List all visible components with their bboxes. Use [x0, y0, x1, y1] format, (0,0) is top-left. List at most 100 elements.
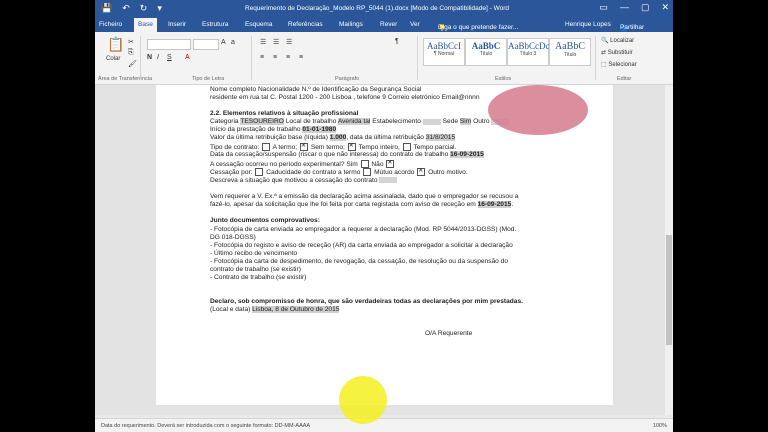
divider: [251, 36, 252, 80]
tab-view[interactable]: Ver: [410, 21, 420, 28]
checkbox-full-time[interactable]: [347, 142, 356, 151]
style-title[interactable]: AaBbC Título: [465, 38, 507, 66]
close-icon[interactable]: ✕: [661, 2, 669, 13]
paste-icon[interactable]: 📋: [107, 36, 124, 53]
style-heading-3[interactable]: AaBbCcDc Título 3: [507, 38, 550, 66]
tab-review[interactable]: Rever: [380, 21, 397, 28]
show-marks-icon[interactable]: ¶: [395, 38, 399, 45]
numbering-icon[interactable]: ☰: [273, 38, 279, 46]
font-size-box[interactable]: [193, 39, 219, 50]
checkbox-trial-no[interactable]: [386, 159, 395, 168]
group-paragraph-label: Parágrafo: [335, 76, 360, 82]
group-clipboard-label: Área de Transferência: [98, 76, 153, 82]
checkbox-trial-yes[interactable]: [360, 159, 369, 168]
doc-line-describe: Descreva a situação que motivou a cessaç…: [210, 177, 570, 185]
divider: [417, 36, 418, 80]
window-title: Requerimento de Declaração_Modelo RP_504…: [245, 5, 509, 12]
copy-icon[interactable]: ⎘: [128, 49, 134, 57]
field-start-date[interactable]: 01-01-1980: [302, 126, 337, 134]
find-button[interactable]: 🔍 Localizar: [601, 37, 634, 44]
justify-icon[interactable]: ≡: [299, 54, 303, 61]
select-button[interactable]: ⬚ Selecionar: [601, 61, 637, 68]
doc-line-trial: A cessação ocorreu no período experiment…: [210, 159, 570, 169]
font-name-box[interactable]: [147, 39, 191, 50]
underline-icon[interactable]: S: [167, 54, 172, 61]
checkbox-mutual[interactable]: [363, 168, 372, 177]
field-description[interactable]: [379, 177, 398, 184]
doc-line-cessation-reason: Cessação por: Caducidade do contrato a t…: [210, 167, 570, 177]
field-last-pay-date[interactable]: 31/8/2015: [425, 134, 456, 142]
attachment-line: - Fotocópia do registo e aviso de receçã…: [210, 241, 513, 249]
checkbox-other-reason[interactable]: [417, 167, 426, 177]
style-title-2[interactable]: AaBbC Título: [549, 38, 591, 66]
italic-icon[interactable]: I: [157, 54, 159, 61]
tab-home[interactable]: Base: [134, 18, 157, 32]
align-right-icon[interactable]: ≡: [286, 54, 290, 61]
tab-layout[interactable]: Esquema: [245, 21, 272, 28]
paste-label[interactable]: Colar: [106, 56, 120, 62]
divider: [140, 36, 141, 80]
redo-icon[interactable]: ↻: [140, 3, 148, 14]
group-styles-label: Estilos: [495, 76, 512, 82]
align-left-icon[interactable]: ≡: [260, 54, 264, 61]
undo-icon[interactable]: ↶: [122, 3, 130, 14]
minimize-icon[interactable]: —: [620, 2, 629, 13]
attachment-line: - Último recibo de vencimento: [210, 249, 298, 257]
multilevel-icon[interactable]: ☰: [286, 38, 292, 46]
style-normal[interactable]: AaBbCcI ¶ Normal: [423, 38, 465, 66]
checkbox-no-term[interactable]: [299, 142, 308, 151]
cut-icon[interactable]: ✂: [128, 38, 134, 46]
signature-label: O/A Requerente: [425, 330, 473, 338]
field-category[interactable]: TESOUREIRO: [240, 118, 284, 126]
shrink-font-icon[interactable]: a: [231, 39, 235, 46]
checkbox-expiry[interactable]: [255, 168, 264, 177]
status-bar: Data do requerimento. Deverá ser introdu…: [95, 418, 673, 432]
attachments-title: Junto documentos comprovativos:: [210, 217, 320, 225]
divider: [595, 36, 596, 80]
user-name[interactable]: Henrique Lopes: [565, 21, 611, 28]
tab-insert[interactable]: Inserir: [168, 21, 186, 28]
attachment-line: contrato de trabalho (se existir): [210, 266, 301, 274]
customize-icon[interactable]: ▾: [157, 3, 162, 14]
field-request-date[interactable]: 16-09-2015: [477, 201, 512, 209]
checkbox-fixed-term[interactable]: [262, 142, 271, 151]
doc-line-place-date: (Local e data) Lisboa, 8 de Outubro de 2…: [210, 306, 340, 314]
document-area: Nome completo Nacionalidade N.º de Ident…: [95, 85, 673, 415]
doc-line-salary: Valor da última retribuição base (líquid…: [210, 134, 456, 142]
save-icon[interactable]: 💾: [101, 3, 112, 14]
bullets-icon[interactable]: ☰: [260, 38, 266, 46]
cursor-highlight: [339, 376, 387, 424]
doc-line-contract-type: Tipo de contrato: A termo; Sem termo; Te…: [210, 142, 570, 152]
vertical-scrollbar[interactable]: [665, 85, 673, 415]
field-establishment[interactable]: [422, 118, 441, 125]
search-icon: 🔍: [601, 38, 611, 44]
field-salary[interactable]: 1.000: [329, 134, 347, 142]
group-edit-label: Editar: [617, 76, 632, 82]
field-place-date[interactable]: Lisboa, 8 de Outubro de 2015: [252, 306, 340, 314]
tab-file[interactable]: Ficheiro: [99, 21, 122, 28]
word-window: 💾 ↶ ↻ ▾ Requerimento de Declaração_Model…: [95, 0, 673, 432]
tab-references[interactable]: Referências: [288, 21, 323, 28]
replace-button[interactable]: ⇄ Substituir: [601, 49, 633, 56]
bold-icon[interactable]: N: [147, 54, 152, 61]
window-controls: ▭ — ▢ ✕: [599, 2, 669, 13]
ribbon: 📋 Colar ✂ ⎘ 🖌 Área de Transferência A a …: [95, 32, 673, 85]
attachment-line: DG 018-DGSS): [210, 233, 256, 241]
checkbox-part-time[interactable]: [402, 142, 411, 151]
zoom-level[interactable]: 100%: [653, 423, 667, 429]
attachment-line: - Contrato de trabalho (se existir): [210, 274, 307, 282]
align-center-icon[interactable]: ≡: [273, 54, 277, 61]
field-sede[interactable]: Sim: [459, 118, 472, 126]
tab-mailings[interactable]: Mailings: [339, 21, 363, 28]
field-workplace[interactable]: Avenida tal: [337, 118, 371, 126]
font-color-icon[interactable]: A: [185, 54, 190, 61]
highlight-annotation: [488, 85, 588, 135]
field-cessation-date[interactable]: 16-09-2015: [450, 151, 484, 159]
format-painter-icon[interactable]: 🖌: [128, 60, 137, 68]
grow-font-icon[interactable]: A: [221, 39, 226, 46]
maximize-icon[interactable]: ▢: [641, 2, 650, 13]
ribbon-options-icon[interactable]: ▭: [599, 2, 608, 13]
scrollbar-thumb[interactable]: [666, 235, 672, 345]
tab-design[interactable]: Estrutura: [202, 21, 228, 28]
attachment-line: - Fotocópia da carta de despedimento, de…: [210, 257, 509, 265]
